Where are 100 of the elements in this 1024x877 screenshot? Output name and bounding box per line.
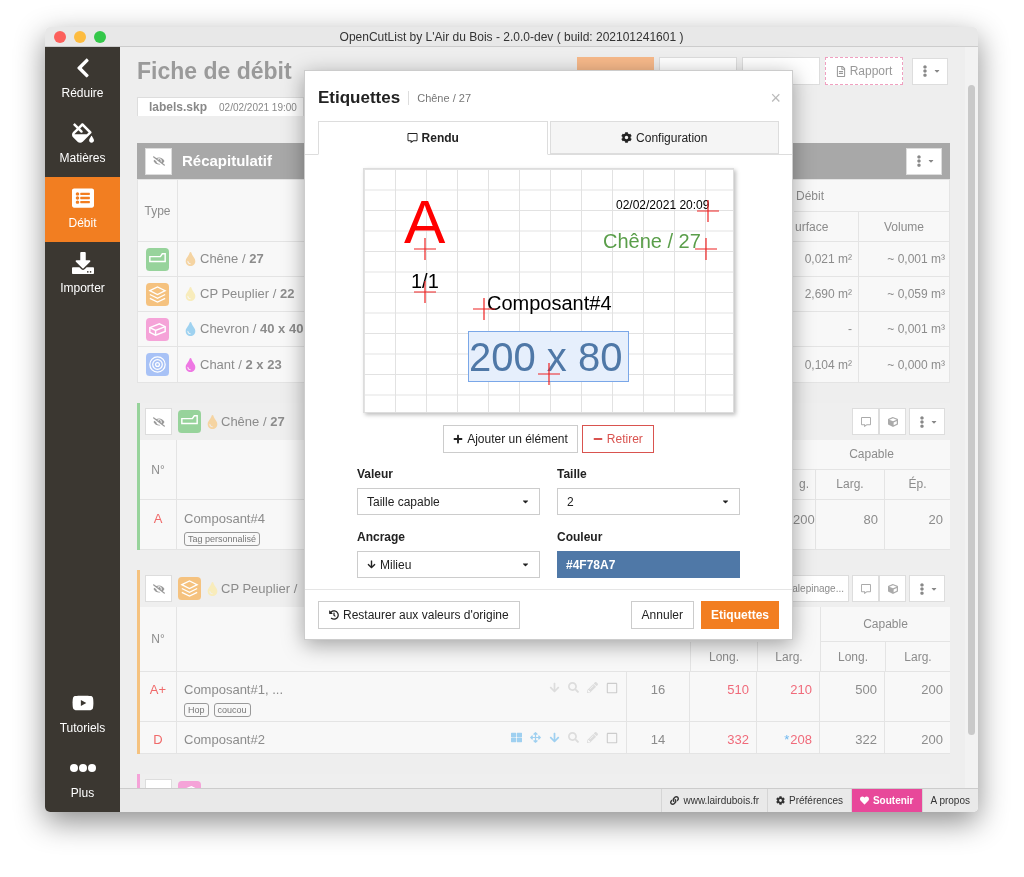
column-header: urface [794,212,859,241]
label-element-text[interactable]: A [404,191,446,253]
table-cell-text: ~ 0,000 m³ [886,356,946,374]
reset-button[interactable]: Restaurer aux valeurs d'origine [318,600,520,629]
plus-icon [453,434,464,444]
checkbox[interactable] [606,682,618,694]
visibility-toggle-button[interactable] [145,147,172,175]
table-cell: 2,690 m² [794,277,859,311]
more-menu-button[interactable] [909,575,945,602]
sidebar-item[interactable]: Importer [45,242,120,307]
column-header: Ép. [907,475,928,494]
select-field[interactable]: 2 [557,488,740,515]
footer-link[interactable]: A propos [921,789,978,812]
more-menu-button[interactable] [912,57,948,85]
link-icon [670,796,680,805]
checkbox[interactable] [606,732,618,744]
close-window-button[interactable] [54,30,66,43]
part-number: A+ [140,672,177,721]
label-button[interactable] [852,408,879,435]
dialog-subtitle: Chêne / 27 [417,90,471,106]
column-header: Capable [820,607,950,642]
dots-icon [69,764,96,772]
settings-icon [776,796,786,805]
caret-icon [521,497,530,506]
visibility-toggle-button[interactable] [145,575,172,602]
group-title: Chêne / 27 [221,412,285,431]
column-header: Volume [883,218,925,236]
zoom-window-button[interactable] [94,30,106,43]
part-name: Composant#1, ... [184,681,283,699]
sidebar-item[interactable]: Matières [45,112,120,177]
visibility-toggle-button[interactable] [145,408,172,435]
tag: Hop [184,702,209,717]
tab[interactable]: Rendu [318,121,548,155]
sidebar-item[interactable]: Plus [45,747,120,812]
search-icon [568,682,579,693]
add-element-button[interactable]: Ajouter un élément [443,425,578,453]
paint-bucket-icon [71,122,94,144]
material-name: Chêne / 27 [200,250,264,269]
remove-button[interactable]: Retirer [581,425,654,453]
caret-icon [721,497,730,506]
field-label: Taille [557,466,588,483]
table-cell: 500 [820,672,885,721]
eye-slash-icon [152,155,165,167]
table-cell: 14 [627,722,690,753]
minimize-window-button[interactable] [74,30,86,43]
label-icon [860,416,871,427]
part-name: Composant#2 [184,731,265,749]
list-icon [71,187,94,209]
caret-icon [932,67,941,75]
material-name: Chevron / 40 x 40 [200,320,304,339]
table-cell: 80 [816,500,885,549]
settings-icon [621,132,633,143]
sidebar-item[interactable]: Réduire [45,47,120,112]
table-cell: 16 [627,672,690,721]
select-field[interactable]: Taille capable [357,488,540,515]
table-cell: 332 [690,722,757,753]
table-cell: 510 [690,672,757,721]
column-header: N° [140,607,177,671]
eye-slash-icon [152,582,165,595]
more-menu-button[interactable] [909,408,945,435]
footer-link[interactable]: Soutenir [850,789,922,812]
table-cell: 322 [820,722,885,753]
label-element-text[interactable]: 1/1 [411,271,439,291]
sidebar-item[interactable]: Tutoriels [45,682,120,747]
tag: coucou [213,702,251,717]
label-element-text[interactable]: 02/02/2021 20:09 [616,199,710,211]
arrow-down-icon [549,682,560,693]
column-header: Larg. [816,469,885,499]
file-tab[interactable]: labels.skp 02/02/2021 19:00 [137,97,304,116]
select-field[interactable]: Milieu [357,551,540,578]
file-name: labels.skp [149,99,208,116]
column-header: N° [140,440,177,499]
label-button[interactable] [852,575,879,602]
document-icon [835,65,846,77]
label-element-text[interactable]: Composant#4 [487,293,612,313]
caret-icon [521,560,530,569]
more-menu-button[interactable] [906,147,942,175]
table-cell-text: 200 [920,681,944,699]
pencil-icon [587,682,598,693]
color-field[interactable]: #4F78A7 [557,551,740,578]
anchor-icon [367,560,376,569]
cube-icon [887,416,898,427]
footer-link[interactable]: www.lairdubois.fr [661,789,768,812]
scrollbar[interactable] [965,47,978,788]
cube-button[interactable] [879,575,906,602]
pencil-icon [587,732,598,743]
label-icon [860,583,871,594]
tab[interactable]: Configuration [549,121,779,154]
window-title: OpenCutList by L'Air du Bois - 2.0.0-dev ( build: 202101241601 ) [339,28,685,46]
cube-icon [887,583,898,594]
cube-button[interactable] [879,408,906,435]
label-icon [406,133,418,143]
footer-link[interactable]: Préférences [767,789,851,812]
table-cell-text: 20 [927,511,944,529]
group-title: CP Peuplier / [221,579,298,598]
table-cell: 0,021 m² [794,242,859,276]
field-label: Valeur [357,466,395,483]
file-date: 02/02/2021 19:00 [219,100,297,115]
label-element-text[interactable]: 200 x 80 [469,337,623,377]
cancel-button[interactable]: Annuler [630,600,694,629]
